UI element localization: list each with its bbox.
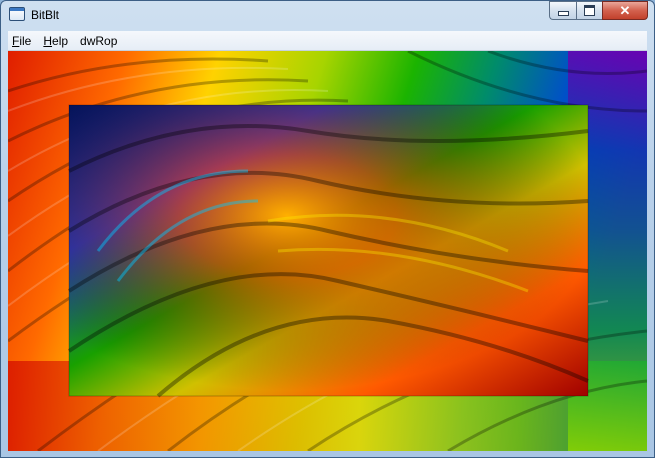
background-bitmap [8,51,647,451]
maximize-icon [584,5,595,16]
menu-help-label: elp [52,33,69,48]
menu-help[interactable]: Help [39,34,72,48]
maximize-button[interactable] [576,1,602,20]
minimize-icon [557,11,569,16]
close-button[interactable]: ✕ [602,1,648,20]
title-bar[interactable]: BitBlt ✕ [1,1,654,31]
app-window-icon [9,7,25,21]
client-area[interactable] [8,51,647,451]
menu-dwrop-label: dwRop [80,33,118,48]
inner-blit-rect [67,104,589,398]
menu-bar: File Help dwRop [8,31,647,51]
menu-file-label: ile [19,33,32,48]
bitblt-window: BitBlt ✕ File Help dwRop [0,0,655,458]
window-title: BitBlt [31,8,60,22]
menu-dwrop[interactable]: dwRop [76,34,121,48]
caption-buttons: ✕ [549,1,648,20]
close-icon: ✕ [619,2,631,18]
minimize-button[interactable] [549,1,576,20]
menu-file[interactable]: File [8,34,35,48]
menu-help-accel: H [43,33,53,48]
